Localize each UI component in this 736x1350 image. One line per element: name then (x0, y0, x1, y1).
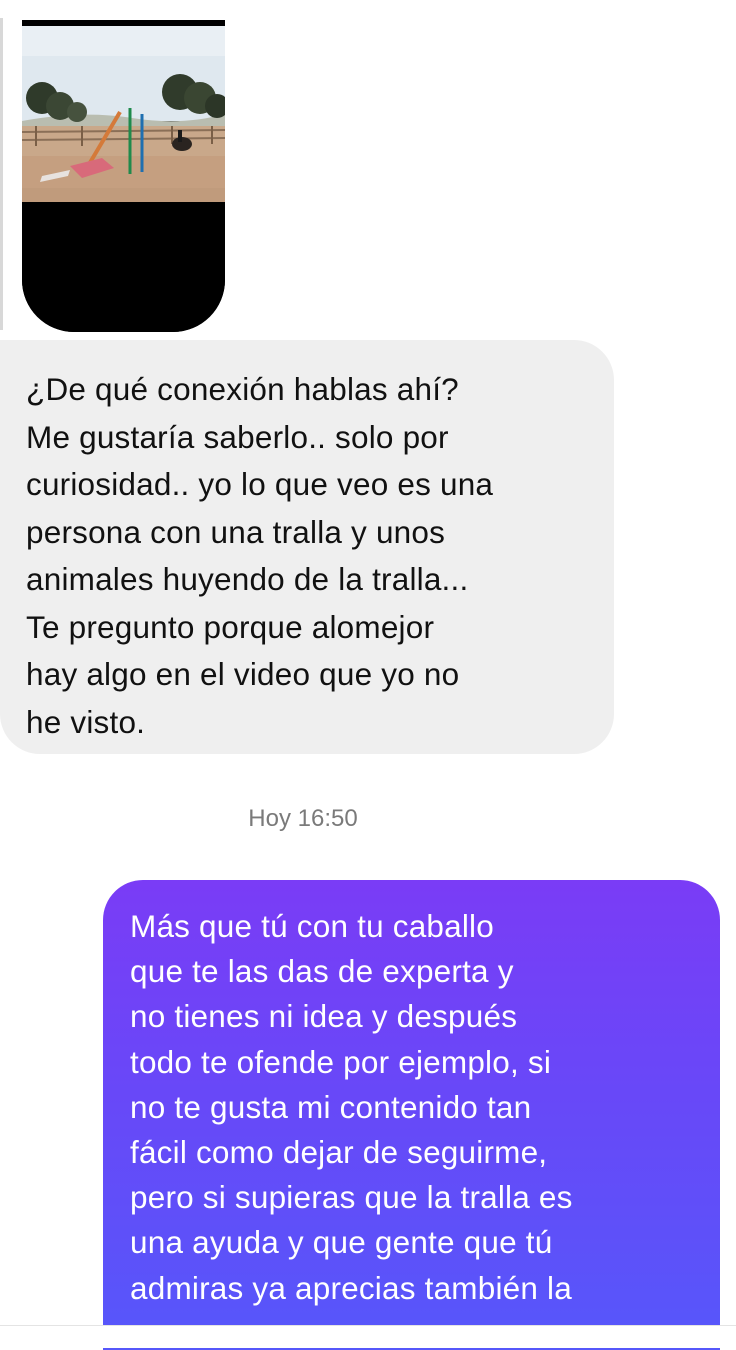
received-line: curiosidad.. yo lo que veo es una (26, 466, 494, 502)
composer-area (0, 1326, 736, 1348)
sent-line: todo te ofende por ejemplo, si (130, 1043, 552, 1080)
message-timestamp: Hoy 16:50 (248, 805, 358, 832)
received-line: Me gustaría saberlo.. solo por (26, 418, 449, 455)
received-line: hay algo en el video que yo no (26, 656, 460, 692)
conversation-edge-line (0, 18, 3, 330)
video-letterbox (22, 202, 225, 332)
sent-line: admiras ya aprecias también la (130, 1269, 572, 1306)
sent-line: Más que tú con tu caballo (130, 908, 494, 944)
sent-line: pero si supieras que la tralla es (130, 1179, 573, 1216)
received-line: animales huyendo de la tralla... (26, 561, 469, 597)
received-line: persona con una tralla y unos (26, 513, 446, 550)
shared-video-message[interactable] (22, 20, 225, 332)
video-thumbnail[interactable] (22, 26, 225, 202)
sent-line: fácil como dejar de seguirme, (130, 1134, 548, 1171)
received-line: he visto. (26, 703, 146, 740)
received-line: Te pregunto porque alomejor (26, 608, 435, 645)
sent-line: no te gusta mi contenido tan (130, 1088, 532, 1125)
received-line: ¿De qué conexión hablas ahí? (26, 371, 459, 407)
sent-line: no tienes ni idea y después (130, 998, 518, 1035)
sent-line: que te las das de experta y (130, 953, 514, 990)
received-message-bubble[interactable]: ¿De qué conexión hablas ahí? Me gustaría… (0, 340, 614, 754)
sent-message-bubble[interactable]: Más que tú con tu caballo que te las das… (103, 880, 720, 1350)
sent-line: una ayuda y que gente que tú (130, 1224, 553, 1261)
